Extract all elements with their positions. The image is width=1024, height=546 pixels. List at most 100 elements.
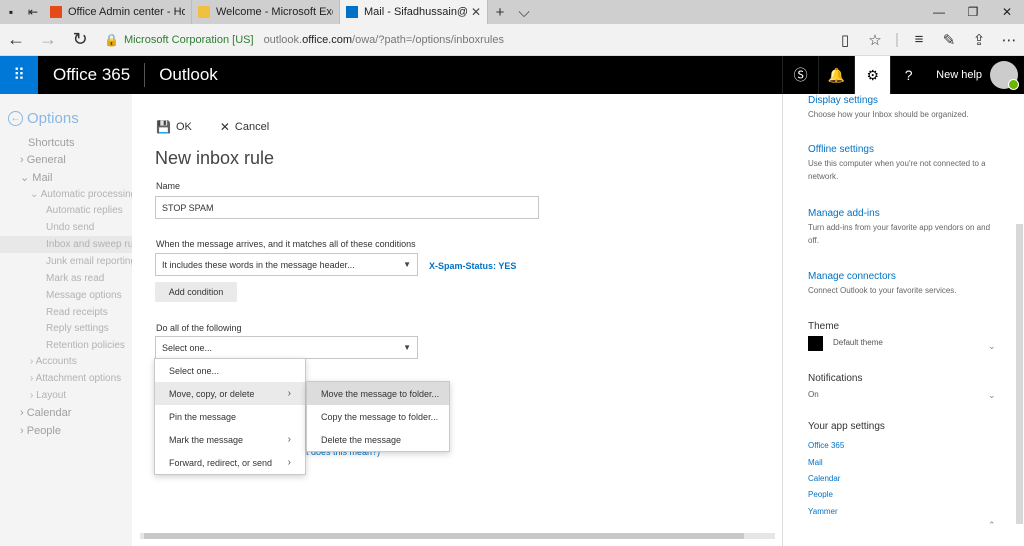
- submenu-item-copy[interactable]: Copy the message to folder...: [307, 405, 449, 428]
- caret-down-icon: ▼: [403, 260, 411, 269]
- rule-name-input[interactable]: STOP SPAM: [155, 196, 539, 219]
- offline-settings-link[interactable]: Offline settings: [808, 144, 1003, 155]
- user-name: New help: [936, 69, 982, 81]
- url-host: outlook.office.com: [264, 34, 352, 46]
- brand-title[interactable]: Office 365: [53, 65, 130, 85]
- condition-words-link[interactable]: X-Spam-Status: YES: [429, 261, 516, 271]
- nav-item-mail[interactable]: ⌄ Mail: [20, 171, 52, 184]
- web-note-icon[interactable]: ✎: [934, 31, 964, 49]
- forward-icon[interactable]: →: [32, 29, 64, 50]
- nav-item-inbox-rules[interactable]: Inbox and sweep rules: [0, 236, 146, 253]
- nav-item-mark-as-read[interactable]: Mark as read: [46, 273, 104, 284]
- nav-item-automatic-processing[interactable]: ⌄ Automatic processing: [30, 189, 136, 200]
- nav-item-general[interactable]: › General: [20, 154, 66, 166]
- submenu-item-move[interactable]: Move the message to folder...: [307, 382, 449, 405]
- app-title[interactable]: Outlook: [159, 65, 218, 85]
- rule-toolbar: 💾 OK ✕ Cancel: [156, 120, 297, 134]
- tab-list-button[interactable]: ⌵: [512, 0, 536, 24]
- app-link-office365[interactable]: Office 365: [808, 441, 844, 450]
- browser-tab-exchange[interactable]: Welcome - Microsoft Exchange: [192, 0, 340, 24]
- browser-tab-mail[interactable]: Mail - Sifadhussain@Ne ✕: [340, 0, 488, 24]
- browser-tab-admin[interactable]: Office Admin center - Home: [44, 0, 192, 24]
- chevron-right-icon: ›: [20, 154, 24, 166]
- nav-item-calendar[interactable]: › Calendar: [20, 407, 71, 419]
- options-title: Options: [27, 110, 79, 127]
- app-launcher-icon[interactable]: ⠿: [0, 56, 38, 94]
- share-icon[interactable]: ⇪: [964, 31, 994, 49]
- reading-view-icon[interactable]: ▯: [830, 31, 860, 49]
- url-field[interactable]: 🔒 Microsoft Corporation [US] outlook.off…: [104, 29, 504, 51]
- nav-item-accounts[interactable]: › Accounts: [30, 356, 77, 367]
- condition-dropdown[interactable]: It includes these words in the message h…: [155, 253, 418, 276]
- nav-item-reply-settings[interactable]: Reply settings: [46, 323, 109, 334]
- app-link-mail[interactable]: Mail: [808, 458, 823, 467]
- tab-aside-icon[interactable]: ⇤: [22, 0, 44, 24]
- nav-item-label: Automatic processing: [40, 189, 137, 200]
- nav-item-retention-policies[interactable]: Retention policies: [46, 340, 125, 351]
- nav-item-undo-send[interactable]: Undo send: [46, 222, 94, 233]
- options-nav: ← Options Shortcuts › General ⌄ Mail ⌄ A…: [0, 94, 146, 546]
- exchange-icon: [198, 6, 210, 18]
- scrollbar-thumb[interactable]: [144, 533, 744, 539]
- menu-item-move-copy-delete[interactable]: Move, copy, or delete ›: [155, 382, 305, 405]
- nav-item-read-receipts[interactable]: Read receipts: [46, 307, 108, 318]
- page-title: New inbox rule: [155, 148, 275, 168]
- restore-icon[interactable]: ❐: [956, 0, 990, 24]
- favorite-star-icon[interactable]: ☆: [860, 31, 890, 49]
- tab-label: Welcome - Microsoft Exchange: [216, 6, 333, 18]
- theme-heading: Theme: [808, 321, 840, 332]
- options-back[interactable]: ← Options: [8, 110, 79, 127]
- more-icon[interactable]: ⋯: [994, 31, 1024, 49]
- close-window-icon[interactable]: ✕: [990, 0, 1024, 24]
- menu-item-mark[interactable]: Mark the message ›: [155, 428, 305, 451]
- hub-icon[interactable]: ≡: [904, 31, 934, 49]
- ok-button[interactable]: 💾 OK: [156, 120, 192, 134]
- manage-connectors-link[interactable]: Manage connectors: [808, 271, 1003, 282]
- back-icon[interactable]: ←: [0, 29, 32, 50]
- user-menu[interactable]: New help: [926, 61, 1024, 90]
- menu-item-forward[interactable]: Forward, redirect, or send ›: [155, 451, 305, 474]
- bell-icon[interactable]: 🔔: [818, 56, 854, 94]
- display-settings-link[interactable]: Display settings: [808, 95, 1003, 106]
- nav-item-message-options[interactable]: Message options: [46, 290, 122, 301]
- theme-swatch[interactable]: [808, 336, 823, 351]
- action-dropdown[interactable]: Select one... ▼: [155, 336, 418, 359]
- app-link-calendar[interactable]: Calendar: [808, 474, 840, 483]
- app-link-yammer[interactable]: Yammer: [808, 507, 838, 516]
- chevron-up-icon[interactable]: ⌃: [988, 520, 996, 531]
- app-link-people[interactable]: People: [808, 490, 833, 499]
- nav-item-attachment-options[interactable]: › Attachment options: [30, 373, 121, 384]
- vertical-scrollbar[interactable]: [1016, 224, 1023, 524]
- notifications-heading: Notifications: [808, 373, 863, 384]
- close-tab-icon[interactable]: ✕: [471, 5, 481, 19]
- header-icons: Ⓢ 🔔 ⚙ ?: [782, 56, 926, 94]
- chevron-down-icon[interactable]: ⌄: [988, 390, 996, 401]
- nav-item-layout[interactable]: › Layout: [30, 390, 66, 401]
- nav-item-automatic-replies[interactable]: Automatic replies: [46, 205, 123, 216]
- menu-item-select-one[interactable]: Select one...: [155, 359, 305, 382]
- gear-icon[interactable]: ⚙: [854, 56, 891, 94]
- nav-item-shortcuts[interactable]: Shortcuts: [28, 137, 74, 149]
- notifications-value: On: [808, 390, 819, 399]
- help-icon[interactable]: ?: [890, 56, 926, 94]
- setting-connectors: Manage connectors Connect Outlook to you…: [808, 271, 1003, 297]
- o365-header: ⠿ Office 365 Outlook Ⓢ 🔔 ⚙ ? New help: [0, 56, 1024, 94]
- horizontal-scrollbar[interactable]: [132, 532, 783, 540]
- window-menu-icon[interactable]: ▪: [0, 0, 22, 24]
- nav-item-label: Retention policies: [46, 340, 125, 351]
- nav-item-junk-reporting[interactable]: Junk email reporting: [46, 256, 136, 267]
- cancel-button[interactable]: ✕ Cancel: [220, 120, 269, 134]
- menu-item-pin[interactable]: Pin the message: [155, 405, 305, 428]
- outlook-icon: [346, 6, 358, 18]
- setting-description: Choose how your Inbox should be organize…: [808, 110, 969, 119]
- action-value: Select one...: [162, 342, 213, 353]
- add-condition-button[interactable]: Add condition: [155, 282, 237, 302]
- new-tab-button[interactable]: +: [488, 0, 512, 24]
- manage-addins-link[interactable]: Manage add-ins: [808, 208, 1003, 219]
- minimize-icon[interactable]: —: [922, 0, 956, 24]
- nav-item-people[interactable]: › People: [20, 425, 61, 437]
- refresh-icon[interactable]: ↻: [64, 29, 96, 50]
- submenu-item-delete[interactable]: Delete the message: [307, 428, 449, 451]
- skype-icon[interactable]: Ⓢ: [782, 56, 818, 94]
- chevron-down-icon[interactable]: ⌄: [988, 341, 996, 352]
